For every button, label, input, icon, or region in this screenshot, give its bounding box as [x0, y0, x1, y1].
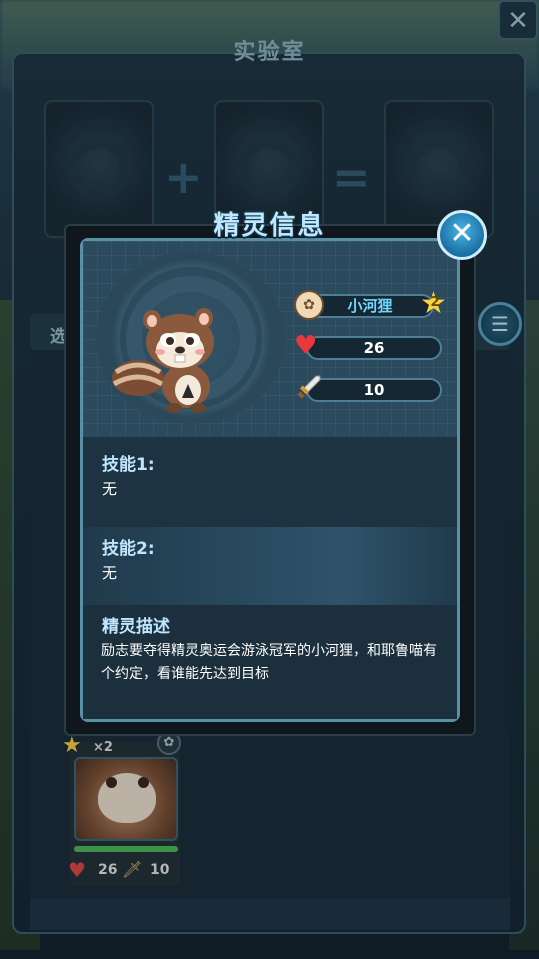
- hp-value: 26: [306, 336, 442, 360]
- heart-icon: ♥: [294, 331, 318, 361]
- star-level: 2: [430, 295, 440, 310]
- description-label: 精灵描述: [102, 617, 170, 637]
- creature-portrait: [112, 308, 214, 413]
- skill2-value: 无: [102, 564, 118, 582]
- attack-value: 10: [306, 378, 442, 402]
- skill1-label: 技能1:: [102, 455, 155, 475]
- tail: [112, 360, 164, 396]
- creature-name: 小河狸: [306, 294, 434, 318]
- skill2-label: 技能2:: [102, 539, 155, 559]
- close-icon: ✕: [449, 216, 475, 251]
- modal-close-button[interactable]: ✕: [437, 210, 487, 260]
- skill1-value: 无: [102, 480, 118, 498]
- sword-icon: [297, 375, 321, 399]
- description-text: 励志要夺得精灵奥运会游泳冠军的小河狸，和耶鲁喵有个约定，看谁能先达到目标: [101, 643, 437, 682]
- paw-icon: ✿: [294, 290, 324, 320]
